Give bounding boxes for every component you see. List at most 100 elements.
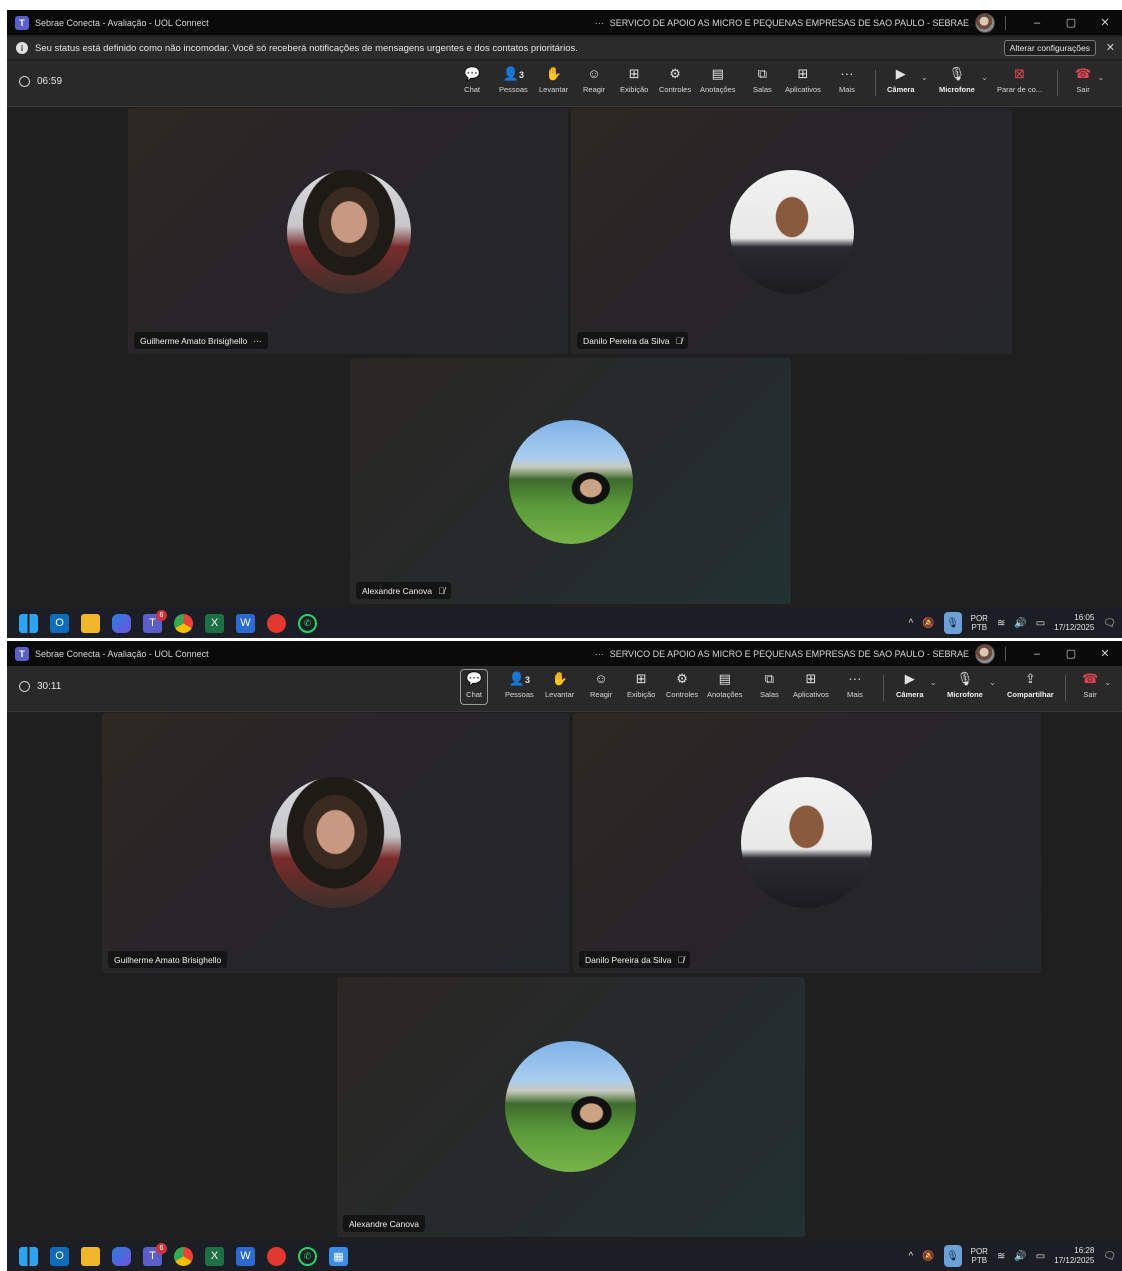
leave-options-chevron-icon[interactable]: ⌄	[1105, 678, 1112, 687]
mic-options-chevron-icon[interactable]: ⌄	[989, 678, 996, 687]
more-button[interactable]: ··· Mais	[839, 65, 855, 103]
people-button[interactable]: 👤3 Pessoas	[499, 65, 528, 103]
word-icon[interactable]: W	[236, 1246, 255, 1266]
chrome-icon[interactable]	[174, 613, 193, 633]
banner-close-icon[interactable]: ✕	[1106, 41, 1115, 54]
outlook-icon[interactable]: O	[50, 613, 69, 633]
info-icon: i	[16, 42, 28, 54]
change-settings-button[interactable]: Alterar configurações	[1003, 40, 1096, 56]
language-indicator[interactable]: POR PTB	[971, 614, 988, 632]
controls-icon: ⚙	[669, 66, 681, 81]
battery-icon[interactable]: ▭	[1036, 618, 1045, 629]
video-tile[interactable]: Alexandre Canova 🎙̸	[350, 358, 791, 604]
notifications-off-icon[interactable]: 🔕	[922, 1251, 934, 1262]
view-button[interactable]: ⊞ Exibição	[627, 670, 655, 708]
view-button[interactable]: ⊞ Exibição	[620, 65, 648, 103]
microphone-button[interactable]: 🎙 Microfone ⌄	[947, 670, 996, 708]
close-window-button[interactable]: ✕	[1088, 647, 1122, 660]
wifi-icon[interactable]: ≋	[997, 618, 1005, 629]
wifi-icon[interactable]: ≋	[997, 1251, 1005, 1262]
camera-options-chevron-icon[interactable]: ⌄	[930, 678, 937, 687]
rooms-button[interactable]: ⧉ Salas	[753, 65, 772, 103]
meeting-toolbar: 06:59 💬 Chat 👤3 Pessoas ✋ Levantar ☺ Rea…	[7, 61, 1122, 107]
copilot-icon[interactable]	[112, 613, 131, 633]
user-avatar[interactable]	[975, 643, 995, 664]
file-explorer-icon[interactable]	[81, 613, 100, 633]
notifications-off-icon[interactable]: 🔕	[922, 618, 934, 629]
camera-button[interactable]: ▶ Câmera ⌄	[896, 670, 937, 708]
whatsapp-icon[interactable]: ✆	[298, 613, 317, 633]
video-tile[interactable]: Alexandre Canova	[337, 977, 805, 1237]
excel-icon[interactable]: X	[205, 613, 224, 633]
clock[interactable]: 16:05 17/12/2025	[1054, 613, 1094, 633]
app-icon[interactable]	[267, 613, 286, 633]
chat-button[interactable]: 💬 Chat	[460, 669, 489, 705]
participant-more-icon[interactable]: ···	[253, 336, 262, 346]
stop-share-button[interactable]: ⊠ Parar de co...	[997, 65, 1042, 103]
meeting-timer: 30:11	[19, 681, 61, 692]
video-tile[interactable]: Danilo Pereira da Silva 🎙̸	[571, 108, 1012, 354]
restore-button[interactable]: ▢	[1054, 16, 1088, 29]
controls-button[interactable]: ⚙ Controles	[659, 65, 691, 103]
leave-button[interactable]: ☎ Sair ⌄	[1075, 65, 1104, 103]
react-button[interactable]: ☺ Reagir	[583, 65, 605, 103]
excel-icon[interactable]: X	[205, 1246, 224, 1266]
minimize-button[interactable]: –	[1020, 648, 1054, 660]
mic-options-chevron-icon[interactable]: ⌄	[981, 73, 988, 82]
word-icon[interactable]: W	[236, 613, 255, 633]
title-more-icon[interactable]: ···	[595, 649, 604, 659]
microphone-button[interactable]: 🎙 Microfone ⌄	[939, 65, 988, 103]
notes-button[interactable]: ▤ Anotações	[707, 670, 742, 708]
org-name: SERVICO DE APOIO AS MICRO E PEQUENAS EMP…	[609, 17, 969, 28]
apps-button[interactable]: ⊞ Aplicativos	[785, 65, 821, 103]
teams-icon[interactable]: T6	[143, 1242, 167, 1266]
copilot-icon[interactable]	[112, 1246, 131, 1266]
chevron-up-icon[interactable]: ^	[908, 618, 913, 629]
apps-button[interactable]: ⊞ Aplicativos	[793, 670, 829, 708]
mic-in-use-icon[interactable]: 🎙	[943, 612, 962, 634]
meeting-timer: 06:59	[19, 76, 62, 87]
video-tile[interactable]: Guilherme Amato Brisighello	[102, 713, 569, 973]
start-icon[interactable]	[19, 1246, 38, 1266]
volume-icon[interactable]: 🔊	[1014, 618, 1026, 629]
outlook-icon[interactable]: O	[50, 1246, 69, 1266]
volume-icon[interactable]: 🔊	[1014, 1251, 1026, 1262]
file-explorer-icon[interactable]	[81, 1246, 100, 1266]
notes-button[interactable]: ▤ Anotações	[700, 65, 735, 103]
start-icon[interactable]	[19, 613, 38, 633]
rooms-icon: ⧉	[764, 671, 775, 686]
notification-center-icon[interactable]: 🗨	[1103, 618, 1116, 629]
leave-button[interactable]: ☎ Sair ⌄	[1082, 670, 1111, 708]
user-avatar[interactable]	[975, 12, 995, 33]
camera-button[interactable]: ▶ Câmera ⌄	[887, 65, 928, 103]
title-more-icon[interactable]: ···	[595, 18, 604, 28]
react-button[interactable]: ☺ Reagir	[590, 670, 612, 708]
leave-options-chevron-icon[interactable]: ⌄	[1098, 73, 1105, 82]
notification-center-icon[interactable]: 🗨	[1103, 1251, 1116, 1262]
people-icon: 👤3	[508, 671, 530, 686]
app-icon[interactable]	[267, 1246, 286, 1266]
more-button[interactable]: ··· Mais	[847, 670, 863, 708]
chat-button[interactable]: 💬 Chat	[464, 65, 480, 103]
video-tile[interactable]: Danilo Pereira da Silva 🎙̸	[573, 713, 1041, 973]
restore-button[interactable]: ▢	[1054, 647, 1088, 660]
minimize-button[interactable]: –	[1020, 17, 1054, 29]
raise-hand-button[interactable]: ✋ Levantar	[545, 670, 574, 708]
share-button[interactable]: ⇪ Compartilhar	[1007, 670, 1054, 708]
mic-in-use-icon[interactable]: 🎙	[943, 1245, 962, 1267]
close-window-button[interactable]: ✕	[1088, 16, 1122, 29]
rooms-button[interactable]: ⧉ Salas	[760, 670, 779, 708]
people-button[interactable]: 👤3 Pessoas	[505, 670, 534, 708]
camera-options-chevron-icon[interactable]: ⌄	[921, 73, 928, 82]
paint-icon[interactable]: ▦	[329, 1246, 348, 1266]
teams-icon[interactable]: T6	[143, 609, 167, 633]
chevron-up-icon[interactable]: ^	[908, 1251, 913, 1262]
raise-hand-button[interactable]: ✋ Levantar	[539, 65, 568, 103]
battery-icon[interactable]: ▭	[1036, 1251, 1045, 1262]
language-indicator[interactable]: POR PTB	[971, 1247, 988, 1265]
whatsapp-icon[interactable]: ✆	[298, 1246, 317, 1266]
clock[interactable]: 16:28 17/12/2025	[1054, 1246, 1094, 1266]
chrome-icon[interactable]	[174, 1246, 193, 1266]
controls-button[interactable]: ⚙ Controles	[666, 670, 698, 708]
video-tile[interactable]: Guilherme Amato Brisighello ···	[128, 108, 568, 354]
